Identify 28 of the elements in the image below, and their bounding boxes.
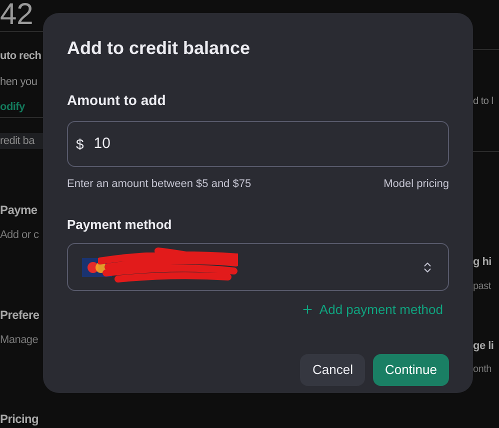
continue-button[interactable]: Continue xyxy=(372,354,449,386)
setting-text: hen you xyxy=(0,74,38,90)
field-label: Payment method xyxy=(67,216,173,234)
section-title: g hi xyxy=(473,255,492,270)
section-title: Prefere xyxy=(0,306,40,324)
plus-icon xyxy=(301,303,314,316)
add-payment-method-link[interactable]: Add payment method xyxy=(301,300,443,320)
payment-select[interactable] xyxy=(67,243,449,291)
field-label: Amount to add xyxy=(67,91,167,110)
dialog-title: Add to credit balance xyxy=(67,37,252,60)
credit-balance-button[interactable]: redit ba xyxy=(0,132,43,149)
model-pricing-link[interactable]: Model pricing xyxy=(384,176,449,192)
currency-symbol: $ xyxy=(76,134,84,154)
section-title: Payme xyxy=(0,202,38,219)
section-text: past xyxy=(473,280,492,294)
modify-link[interactable]: odify xyxy=(0,99,43,116)
section-text: onth xyxy=(473,363,492,377)
balance-amount: 42 xyxy=(0,0,34,30)
setting-title: uto rech xyxy=(0,49,42,64)
section-text: Add or c xyxy=(0,228,40,243)
section-text: Manage xyxy=(0,332,40,348)
amount-field[interactable]: $ 10 xyxy=(67,121,449,167)
hint-text: Enter an amount between $5 and $75 xyxy=(67,177,252,192)
section-title: ge li xyxy=(473,338,495,354)
amount-input[interactable]: 10 xyxy=(94,132,194,156)
cancel-button[interactable]: Cancel xyxy=(300,354,365,386)
setting-text: d to l xyxy=(473,95,494,109)
section-title: Pricing xyxy=(0,411,40,428)
